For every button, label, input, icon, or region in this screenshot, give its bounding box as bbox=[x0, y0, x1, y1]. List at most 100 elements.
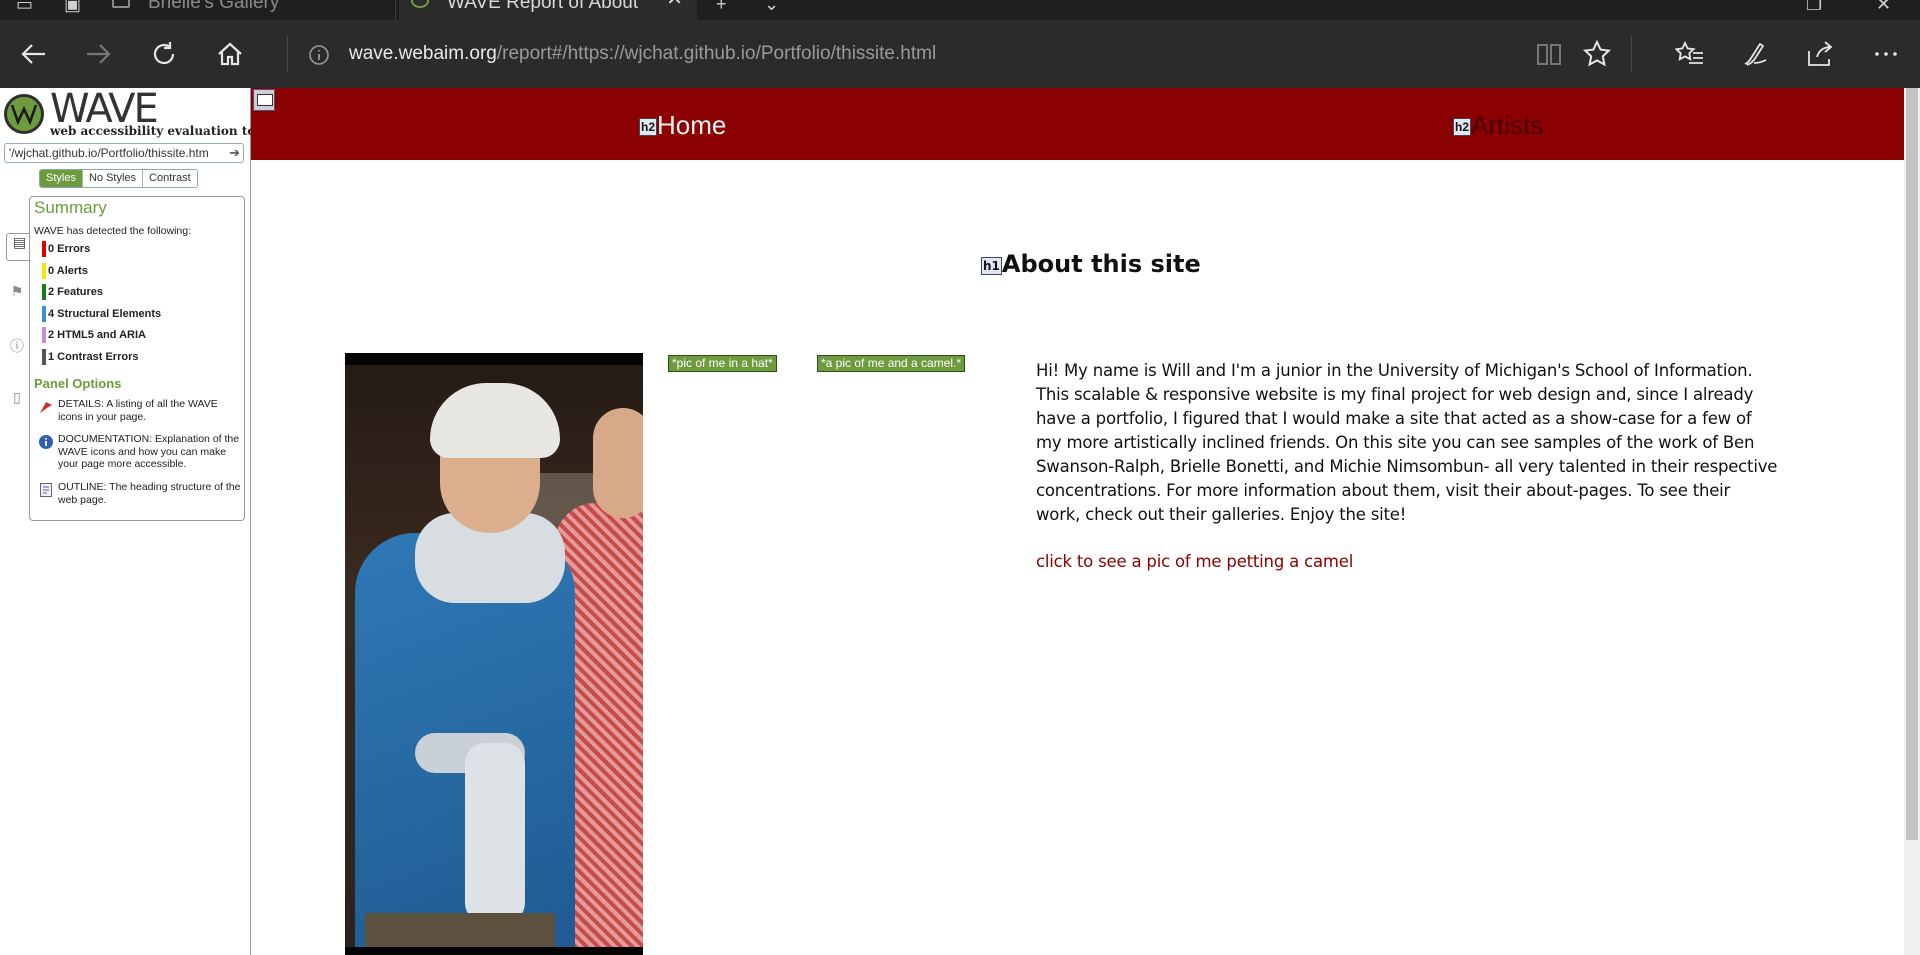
result-structural[interactable]: 4 Structural Elements bbox=[42, 305, 162, 328]
result-label: 2 Features bbox=[48, 286, 104, 299]
share-icon bbox=[1808, 41, 1833, 66]
documentation-option[interactable]: DOCUMENTATION: Explanation of the WAVE i… bbox=[58, 433, 242, 471]
result-html5-aria[interactable]: 2 HTML5 and ARIA bbox=[42, 327, 161, 349]
tab-brielles-gallery[interactable]: Brielle's Gallery bbox=[100, 0, 396, 20]
alerts-color-bar bbox=[42, 262, 46, 279]
forward-button[interactable] bbox=[78, 34, 118, 74]
nav-home-label: Home bbox=[657, 110, 727, 140]
structural-color-bar bbox=[42, 305, 46, 322]
address-path: /report#/https://wjchat.github.io/Portfo… bbox=[496, 43, 937, 64]
wave-url-value: '/wjchat.github.io/Portfolio/thissite.ht… bbox=[9, 146, 209, 160]
browser-toolbar: wave.webaim.org/report#/https://wjchat.g… bbox=[0, 20, 1920, 88]
favorite-star-icon bbox=[1582, 39, 1612, 67]
info-icon[interactable] bbox=[308, 44, 330, 66]
refresh-button[interactable] bbox=[144, 34, 184, 74]
result-label: 0 Alerts bbox=[48, 264, 88, 277]
flag-icon[interactable] bbox=[38, 399, 54, 415]
result-features[interactable]: 2 Features bbox=[42, 284, 161, 306]
contrast-color-bar bbox=[42, 348, 46, 365]
camel-photo-link[interactable]: click to see a pic of me petting a camel bbox=[1036, 552, 1353, 571]
wave-subtitle: web accessibility evaluation tool bbox=[50, 124, 268, 138]
h2-structure-icon[interactable]: h2 bbox=[639, 118, 658, 137]
page-scrollbar[interactable] bbox=[1904, 88, 1920, 955]
result-errors[interactable]: 0 Errors bbox=[42, 241, 161, 263]
forward-icon bbox=[87, 44, 111, 64]
pen-icon bbox=[1744, 42, 1767, 66]
page-heading-text: About this site bbox=[1001, 250, 1201, 278]
nav-artists-link[interactable]: h2Artists bbox=[1453, 110, 1543, 141]
result-label: 0 Errors bbox=[48, 243, 91, 255]
wave-title: WAVE bbox=[50, 86, 159, 132]
details-flag-icon[interactable]: ⚑ bbox=[8, 283, 26, 301]
outline-option[interactable]: OUTLINE: The heading structure of the we… bbox=[58, 481, 242, 506]
alt-text-badge-hat[interactable]: *pic of me in a hat* bbox=[668, 355, 777, 372]
details-option[interactable]: DETAILS: A listing of all the WAVE icons… bbox=[58, 398, 242, 423]
share-button[interactable] bbox=[1800, 34, 1840, 74]
restore-window-icon[interactable]: ❐ bbox=[1806, 0, 1822, 15]
alt-text-badge-camel[interactable]: *a pic of me and a camel.* bbox=[817, 355, 966, 372]
result-contrast[interactable]: 1 Contrast Errors bbox=[42, 348, 161, 371]
panel-options-heading: Panel Options bbox=[34, 376, 122, 391]
nav-artists-label: Artists bbox=[1471, 110, 1544, 140]
tab-actions-icon[interactable]: ▭ bbox=[16, 0, 33, 15]
close-window-icon[interactable]: ✕ bbox=[1876, 0, 1891, 15]
detected-text: WAVE has detected the following: bbox=[34, 225, 192, 237]
results-list: 0 Errors 0 Alerts 2 Features 4 Structura… bbox=[42, 241, 161, 371]
summary-heading: Summary bbox=[34, 198, 107, 217]
arrow-right-icon[interactable]: ➔ bbox=[229, 145, 240, 161]
browser-tab-bar: ▭ ▣ Brielle's Gallery WAVE Report of Abo… bbox=[0, 0, 1920, 20]
favorites-hub-button[interactable] bbox=[1670, 34, 1710, 74]
favorites-hub-icon bbox=[1675, 40, 1703, 64]
result-alerts[interactable]: 0 Alerts bbox=[42, 262, 161, 285]
tab-label: Brielle's Gallery bbox=[148, 0, 280, 13]
styles-button[interactable]: Styles bbox=[40, 170, 82, 187]
aria-color-bar bbox=[42, 327, 46, 344]
wave-favicon-icon bbox=[411, 0, 429, 8]
tab-label: WAVE Report of About bbox=[447, 0, 639, 13]
outline-icon[interactable] bbox=[38, 482, 54, 498]
more-icon bbox=[1875, 52, 1897, 56]
back-button[interactable] bbox=[14, 34, 54, 74]
chevron-down-icon[interactable]: ⌄ bbox=[764, 0, 779, 15]
page-heading: h1About this site bbox=[981, 250, 1201, 278]
result-label: 1 Contrast Errors bbox=[48, 350, 139, 363]
wave-logo-icon bbox=[4, 94, 44, 134]
h1-structure-icon[interactable]: h1 bbox=[981, 257, 1002, 275]
no-styles-button[interactable]: No Styles bbox=[81, 170, 143, 187]
reading-view-icon bbox=[1537, 44, 1561, 65]
favorite-button[interactable] bbox=[1577, 34, 1617, 74]
h2-structure-icon[interactable]: h2 bbox=[1453, 118, 1472, 137]
wave-url-input[interactable]: '/wjchat.github.io/Portfolio/thissite.ht… bbox=[4, 143, 244, 163]
page-icon bbox=[112, 0, 130, 8]
scrollbar-thumb[interactable] bbox=[1906, 88, 1918, 840]
home-icon bbox=[218, 42, 242, 66]
wave-iframe-icon[interactable] bbox=[253, 89, 275, 111]
info-icon[interactable] bbox=[38, 434, 54, 450]
home-button[interactable] bbox=[210, 34, 250, 74]
outline-page-icon[interactable]: ▯ bbox=[8, 389, 26, 407]
wave-sidebar: WAVE web accessibility evaluation tool '… bbox=[0, 86, 268, 955]
address-host: wave.webaim.org bbox=[349, 43, 497, 64]
tab-preview-icon[interactable]: ▣ bbox=[64, 0, 81, 15]
close-icon[interactable]: ✕ bbox=[666, 0, 683, 9]
divider bbox=[1631, 36, 1632, 72]
reading-view-button[interactable] bbox=[1529, 34, 1569, 74]
profile-photo bbox=[345, 353, 643, 955]
address-bar[interactable]: wave.webaim.org/report#/https://wjchat.g… bbox=[349, 43, 936, 65]
refresh-icon bbox=[153, 42, 175, 65]
web-note-button[interactable] bbox=[1735, 34, 1775, 74]
wave-mode-toggle: Styles No Styles Contrast bbox=[39, 169, 198, 188]
new-tab-icon[interactable]: + bbox=[716, 0, 727, 15]
nav-home-link[interactable]: h2Home bbox=[639, 110, 726, 141]
site-nav-bar: h2Home h2Artists bbox=[251, 88, 1904, 160]
result-label: 2 HTML5 and ARIA bbox=[48, 329, 146, 342]
divider bbox=[287, 36, 288, 72]
documentation-info-icon[interactable]: ⓘ bbox=[8, 336, 26, 354]
back-icon bbox=[21, 44, 45, 64]
wave-summary-panel: Summary WAVE has detected the following:… bbox=[29, 196, 245, 521]
errors-color-bar bbox=[42, 241, 46, 257]
tab-wave-report[interactable]: WAVE Report of About ✕ bbox=[399, 0, 697, 20]
contrast-button[interactable]: Contrast bbox=[142, 170, 197, 187]
more-button[interactable] bbox=[1866, 34, 1906, 74]
result-label: 4 Structural Elements bbox=[48, 307, 162, 320]
